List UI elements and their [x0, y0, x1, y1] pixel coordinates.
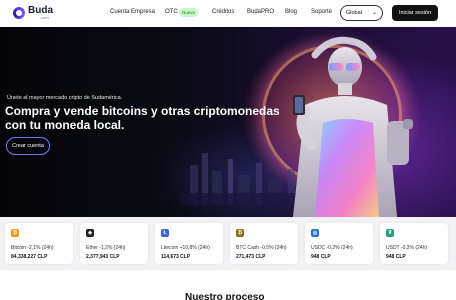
nav-creditos[interactable]: Créditos	[212, 9, 234, 15]
ticker-price: 271,473 CLP	[236, 254, 266, 260]
ticker-price: 2,377,943 CLP	[86, 254, 120, 260]
ether-icon: ◆	[86, 229, 94, 237]
region-select[interactable]: Global ⌄	[340, 5, 383, 21]
ticker-price: 84,338,227 CLP	[11, 254, 48, 260]
ticker-card-ether[interactable]: ◆ Ether -1,2% (24h) 2,377,943 CLP	[80, 223, 148, 264]
ticker-label: Bitcoin -2,1% (24h)	[11, 245, 54, 251]
ticker-label: Litecoin +10,8% (24h)	[161, 245, 210, 251]
ticker-card-litecoin[interactable]: Ł Litecoin +10,8% (24h) 114,673 CLP	[155, 223, 223, 264]
otc-new-badge: Nuevo	[179, 8, 199, 17]
ticker-card-bitcoin[interactable]: ₿ Bitcoin -2,1% (24h) 84,338,227 CLP	[5, 223, 73, 264]
page: Buda .com Cuenta Empresa OTC Nuevo Crédi…	[0, 0, 456, 300]
chevron-down-icon: ⌄	[371, 10, 377, 16]
usdt-icon: ₮	[386, 229, 394, 237]
buda-logo-icon	[13, 7, 25, 19]
nav-soporte[interactable]: Soporte	[311, 9, 332, 15]
hero-banner: Únete al mayor mercado cripto de Sudamér…	[0, 27, 456, 217]
ticker-label: USDT -0,2% (24h)	[386, 245, 428, 251]
ticker-card-btc-cash[interactable]: ₿ BTC Cash -0,5% (24h) 271,473 CLP	[230, 223, 298, 264]
bitcoin-icon: ₿	[11, 229, 19, 237]
top-navbar: Buda .com Cuenta Empresa OTC Nuevo Crédi…	[0, 0, 456, 27]
litecoin-icon: Ł	[161, 229, 169, 237]
create-account-button[interactable]: Crear cuenta	[6, 137, 50, 155]
nav-cuenta-empresa[interactable]: Cuenta Empresa	[110, 9, 155, 15]
region-select-value: Global	[346, 10, 362, 16]
ticker-price: 114,673 CLP	[161, 254, 191, 260]
ticker-price: 948 CLP	[311, 254, 331, 260]
ticker-label: BTC Cash -0,5% (24h)	[236, 245, 287, 251]
section-heading-partial: Nuestro proceso	[185, 292, 265, 300]
price-tickers: ₿ Bitcoin -2,1% (24h) 84,338,227 CLP ◆ E…	[0, 217, 456, 270]
ticker-card-usdt[interactable]: ₮ USDT -0,2% (24h) 948 CLP	[380, 223, 448, 264]
login-button[interactable]: Iniciar sesión	[392, 5, 438, 21]
hero-tagline: Únete al mayor mercado cripto de Sudamér…	[7, 95, 123, 101]
nav-blog[interactable]: Blog	[285, 9, 297, 15]
bitcoin-cash-icon: ₿	[236, 229, 244, 237]
brand-sub: .com	[40, 15, 49, 20]
ticker-label: USDC -0,2% (24h)	[311, 245, 353, 251]
nav-budapro[interactable]: BudaPRO	[247, 9, 274, 15]
nav-otc[interactable]: OTC	[165, 9, 178, 15]
hero-headline: Compra y vende bitcoins y otras criptomo…	[5, 104, 280, 132]
usdc-icon: ◎	[311, 229, 319, 237]
ticker-label: Ether -1,2% (24h)	[86, 245, 126, 251]
ticker-card-usdc[interactable]: ◎ USDC -0,2% (24h) 948 CLP	[305, 223, 373, 264]
ticker-price: 948 CLP	[386, 254, 406, 260]
statue-with-phone-image	[293, 36, 413, 217]
buda-logo[interactable]: Buda .com	[13, 6, 53, 20]
